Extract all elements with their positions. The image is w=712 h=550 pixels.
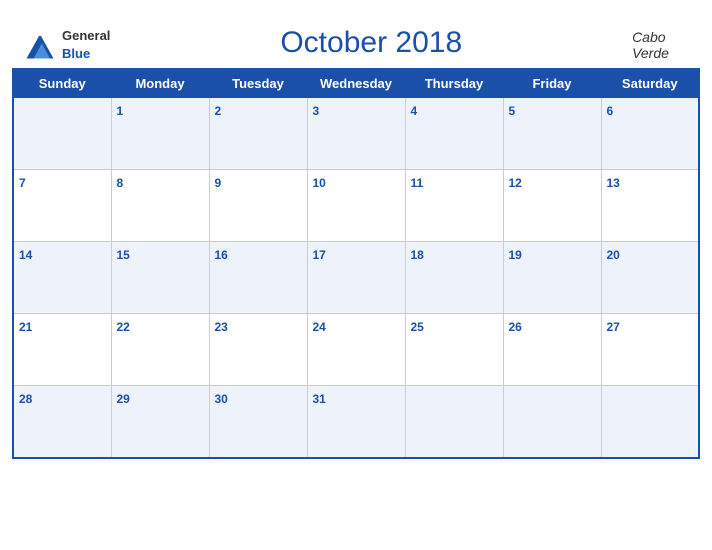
country-label: Cabo Verde	[632, 29, 690, 61]
generalblue-logo-icon	[22, 27, 58, 63]
day-number: 14	[19, 248, 32, 262]
logo: General Blue	[22, 27, 110, 63]
day-number: 24	[313, 320, 326, 334]
day-number: 29	[117, 392, 130, 406]
calendar-day-cell: 8	[111, 170, 209, 242]
day-number: 6	[607, 104, 614, 118]
calendar-day-cell: 23	[209, 314, 307, 386]
calendar-day-cell: 16	[209, 242, 307, 314]
calendar-day-cell: 24	[307, 314, 405, 386]
day-number: 5	[509, 104, 516, 118]
calendar-table: Sunday Monday Tuesday Wednesday Thursday…	[12, 68, 700, 459]
calendar-day-cell: 20	[601, 242, 699, 314]
calendar-day-cell	[405, 386, 503, 458]
header-thursday: Thursday	[405, 69, 503, 98]
day-number: 1	[117, 104, 124, 118]
header-friday: Friday	[503, 69, 601, 98]
logo-text: General Blue	[62, 27, 110, 63]
header-monday: Monday	[111, 69, 209, 98]
day-number: 22	[117, 320, 130, 334]
calendar-day-cell: 7	[13, 170, 111, 242]
day-number: 8	[117, 176, 124, 190]
header-sunday: Sunday	[13, 69, 111, 98]
day-number: 25	[411, 320, 424, 334]
calendar-day-cell: 10	[307, 170, 405, 242]
header-saturday: Saturday	[601, 69, 699, 98]
calendar-week-row: 28 29 30 31	[13, 386, 699, 458]
logo-blue: Blue	[62, 46, 90, 61]
calendar-day-cell: 28	[13, 386, 111, 458]
day-number: 3	[313, 104, 320, 118]
day-number: 2	[215, 104, 222, 118]
day-number: 16	[215, 248, 228, 262]
calendar-day-cell	[601, 386, 699, 458]
title-row: October 2018	[110, 24, 632, 66]
calendar-day-cell: 6	[601, 98, 699, 170]
header-tuesday: Tuesday	[209, 69, 307, 98]
day-number: 15	[117, 248, 130, 262]
calendar-day-cell: 19	[503, 242, 601, 314]
day-number: 20	[607, 248, 620, 262]
calendar-day-cell: 21	[13, 314, 111, 386]
calendar-day-cell: 27	[601, 314, 699, 386]
day-number: 30	[215, 392, 228, 406]
calendar-day-cell: 1	[111, 98, 209, 170]
calendar-day-cell	[13, 98, 111, 170]
day-number: 9	[215, 176, 222, 190]
day-number: 10	[313, 176, 326, 190]
calendar-day-cell: 25	[405, 314, 503, 386]
calendar-week-row: 1 2 3 4 5 6	[13, 98, 699, 170]
calendar-day-cell: 15	[111, 242, 209, 314]
day-number: 13	[607, 176, 620, 190]
day-number: 19	[509, 248, 522, 262]
day-number: 11	[411, 176, 424, 190]
calendar-day-cell: 3	[307, 98, 405, 170]
calendar-day-cell: 4	[405, 98, 503, 170]
calendar-day-cell: 14	[13, 242, 111, 314]
month-title: October 2018	[110, 26, 632, 60]
day-number: 17	[313, 248, 326, 262]
day-number: 27	[607, 320, 620, 334]
day-number: 23	[215, 320, 228, 334]
calendar-day-cell: 9	[209, 170, 307, 242]
logo-general: General	[62, 28, 110, 43]
calendar-day-cell: 12	[503, 170, 601, 242]
day-number: 7	[19, 176, 26, 190]
day-number: 4	[411, 104, 418, 118]
calendar-day-cell: 26	[503, 314, 601, 386]
day-number: 28	[19, 392, 32, 406]
calendar-day-cell: 18	[405, 242, 503, 314]
calendar-day-cell: 5	[503, 98, 601, 170]
weekday-header-row: Sunday Monday Tuesday Wednesday Thursday…	[13, 69, 699, 98]
calendar-week-row: 14 15 16 17 18 19 20	[13, 242, 699, 314]
calendar-wrapper: General Blue October 2018 Cabo Verde Sun…	[0, 10, 712, 540]
calendar-week-row: 7 8 9 10 11 12 13	[13, 170, 699, 242]
calendar-day-cell: 29	[111, 386, 209, 458]
day-number: 31	[313, 392, 326, 406]
calendar-day-cell	[503, 386, 601, 458]
calendar-day-cell: 30	[209, 386, 307, 458]
day-number: 18	[411, 248, 424, 262]
calendar-body: 1234567891011121314151617181920212223242…	[13, 98, 699, 458]
calendar-day-cell: 22	[111, 314, 209, 386]
calendar-day-cell: 17	[307, 242, 405, 314]
calendar-day-cell: 2	[209, 98, 307, 170]
day-number: 26	[509, 320, 522, 334]
calendar-week-row: 21 22 23 24 25 26 27	[13, 314, 699, 386]
logo-header: General Blue October 2018 Cabo Verde	[12, 20, 700, 68]
header-wednesday: Wednesday	[307, 69, 405, 98]
day-number: 12	[509, 176, 522, 190]
calendar-day-cell: 13	[601, 170, 699, 242]
calendar-day-cell: 31	[307, 386, 405, 458]
day-number: 21	[19, 320, 32, 334]
calendar-header: Sunday Monday Tuesday Wednesday Thursday…	[13, 69, 699, 98]
calendar-day-cell: 11	[405, 170, 503, 242]
